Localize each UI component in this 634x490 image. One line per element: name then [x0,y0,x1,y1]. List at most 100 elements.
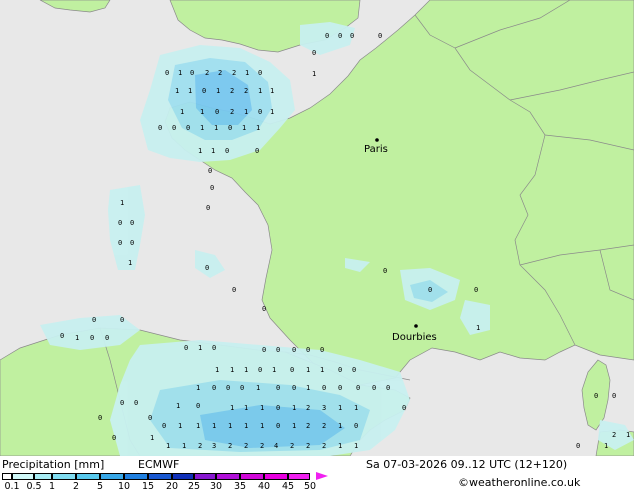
svg-text:1: 1 [306,366,310,374]
map-frame: 01022210 11012211 1102101 00011011 1100 … [0,0,634,490]
svg-text:2: 2 [232,69,236,77]
svg-text:1: 1 [260,422,264,430]
svg-text:1: 1 [245,69,249,77]
svg-text:1: 1 [244,404,248,412]
svg-text:4: 4 [274,442,278,450]
svg-text:0: 0 [338,366,342,374]
legend-swatch [216,473,240,480]
precipitation-map: 01022210 11012211 1102101 00011011 1100 … [0,0,634,456]
legend-tick: 40 [257,481,271,490]
svg-text:1: 1 [200,108,204,116]
svg-text:1: 1 [180,108,184,116]
svg-text:0: 0 [292,346,296,354]
svg-text:1: 1 [128,259,132,267]
svg-text:0: 0 [325,32,329,40]
legend-tick: 0.5 [26,481,42,490]
svg-text:0: 0 [612,392,616,400]
legend-swatch [148,473,172,480]
legend-tick: 50 [303,481,317,490]
svg-text:0: 0 [232,286,236,294]
svg-text:0: 0 [130,239,134,247]
svg-text:1: 1 [230,404,234,412]
svg-text:2: 2 [244,442,248,450]
legend-swatch [288,473,310,480]
svg-text:1: 1 [211,147,215,155]
svg-text:1: 1 [256,384,260,392]
svg-text:1: 1 [604,442,608,450]
city-label-paris: Paris [364,144,388,155]
svg-text:1: 1 [196,384,200,392]
svg-text:1: 1 [198,344,202,352]
svg-text:0: 0 [190,69,194,77]
svg-text:0: 0 [262,305,266,313]
svg-text:0: 0 [312,49,316,57]
legend-swatch [12,473,34,480]
svg-text:0: 0 [428,286,432,294]
svg-text:0: 0 [228,124,232,132]
svg-text:0: 0 [186,124,190,132]
svg-text:0: 0 [215,108,219,116]
svg-text:1: 1 [354,404,358,412]
svg-text:0: 0 [292,384,296,392]
svg-text:1: 1 [338,404,342,412]
svg-text:1: 1 [230,366,234,374]
svg-text:0: 0 [258,366,262,374]
svg-text:0: 0 [276,384,280,392]
svg-text:0: 0 [320,346,324,354]
legend-tick: 1 [48,481,56,490]
svg-text:2: 2 [306,422,310,430]
svg-text:2: 2 [228,442,232,450]
svg-text:0: 0 [90,334,94,342]
svg-text:1: 1 [216,87,220,95]
svg-text:0: 0 [162,422,166,430]
svg-text:0: 0 [184,344,188,352]
svg-text:0: 0 [158,124,162,132]
svg-text:0: 0 [205,264,209,272]
svg-text:0: 0 [576,442,580,450]
svg-text:1: 1 [244,422,248,430]
svg-text:1: 1 [178,69,182,77]
legend-tick: 15 [141,481,155,490]
svg-text:0: 0 [338,32,342,40]
svg-text:1: 1 [354,442,358,450]
svg-text:1: 1 [215,366,219,374]
legend-swatch [76,473,100,480]
legend-swatch [124,473,148,480]
svg-text:0: 0 [276,422,280,430]
legend-swatch [240,473,264,480]
svg-text:0: 0 [402,404,406,412]
legend-arrow-icon [316,472,328,480]
svg-text:1: 1 [175,87,179,95]
svg-text:1: 1 [292,422,296,430]
svg-text:0: 0 [212,344,216,352]
legend-swatch [100,473,124,480]
svg-text:0: 0 [112,434,116,442]
credit-label: ©weatheronline.co.uk [458,476,581,489]
svg-text:1: 1 [200,124,204,132]
svg-text:0: 0 [172,124,176,132]
svg-text:0: 0 [352,366,356,374]
svg-text:1: 1 [198,147,202,155]
svg-text:0: 0 [165,69,169,77]
svg-text:0: 0 [350,32,354,40]
svg-text:0: 0 [372,384,376,392]
svg-text:1: 1 [258,87,262,95]
svg-text:1: 1 [176,402,180,410]
svg-text:0: 0 [225,147,229,155]
svg-text:0: 0 [276,346,280,354]
legend-swatch [2,473,12,480]
svg-text:0: 0 [92,316,96,324]
svg-text:2: 2 [306,442,310,450]
svg-text:2: 2 [230,108,234,116]
svg-text:0: 0 [120,316,124,324]
svg-text:0: 0 [258,69,262,77]
svg-text:0: 0 [148,414,152,422]
svg-text:1: 1 [212,422,216,430]
legend-tick: 35 [233,481,247,490]
svg-text:2: 2 [205,69,209,77]
svg-text:1: 1 [228,422,232,430]
legend-swatch [52,473,76,480]
valid-time: Sa 07-03-2026 09..12 UTC (12+120) [366,458,568,471]
svg-text:0: 0 [120,399,124,407]
svg-text:1: 1 [320,366,324,374]
